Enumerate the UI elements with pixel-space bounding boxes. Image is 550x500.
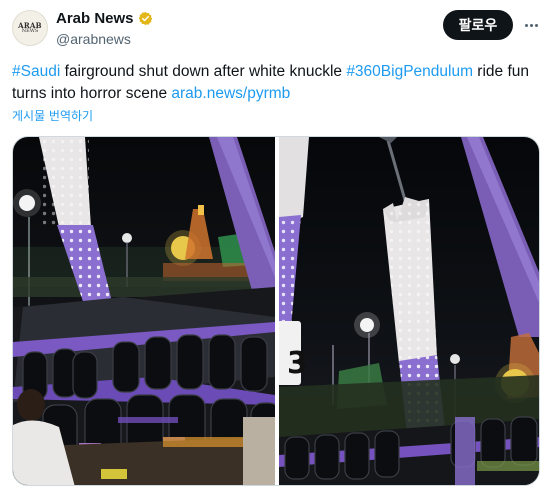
- follow-button[interactable]: 팔로우: [443, 10, 513, 40]
- avatar[interactable]: ARAB NEWS: [12, 10, 48, 46]
- translate-post-link[interactable]: 게시물 번역하기: [12, 107, 93, 124]
- hashtag-360bigpendulum[interactable]: #360BigPendulum: [346, 63, 473, 80]
- tweet-text: #Saudi fairground shut down after white …: [12, 61, 540, 105]
- tweet-link[interactable]: arab.news/pyrmb: [171, 85, 290, 102]
- media-photo-right[interactable]: 3: [279, 137, 540, 486]
- media-photo-left[interactable]: [13, 137, 275, 486]
- media-grid: 3: [12, 136, 540, 486]
- author-display-name[interactable]: Arab News: [56, 10, 134, 27]
- tweet-card: ARAB NEWS Arab News @arabnews 팔로우 #Saudi…: [0, 0, 550, 500]
- verified-badge-icon: [138, 11, 152, 26]
- author-handle[interactable]: @arabnews: [56, 31, 131, 47]
- avatar-logo-subtext: NEWS: [21, 28, 39, 34]
- more-options-icon[interactable]: [520, 14, 542, 36]
- author-name-row: Arab News: [56, 10, 153, 27]
- ride-number-sign: 3: [287, 346, 308, 381]
- tweet-text-part-1: fairground shut down after white knuckle: [60, 63, 347, 80]
- hashtag-saudi[interactable]: #Saudi: [12, 63, 60, 80]
